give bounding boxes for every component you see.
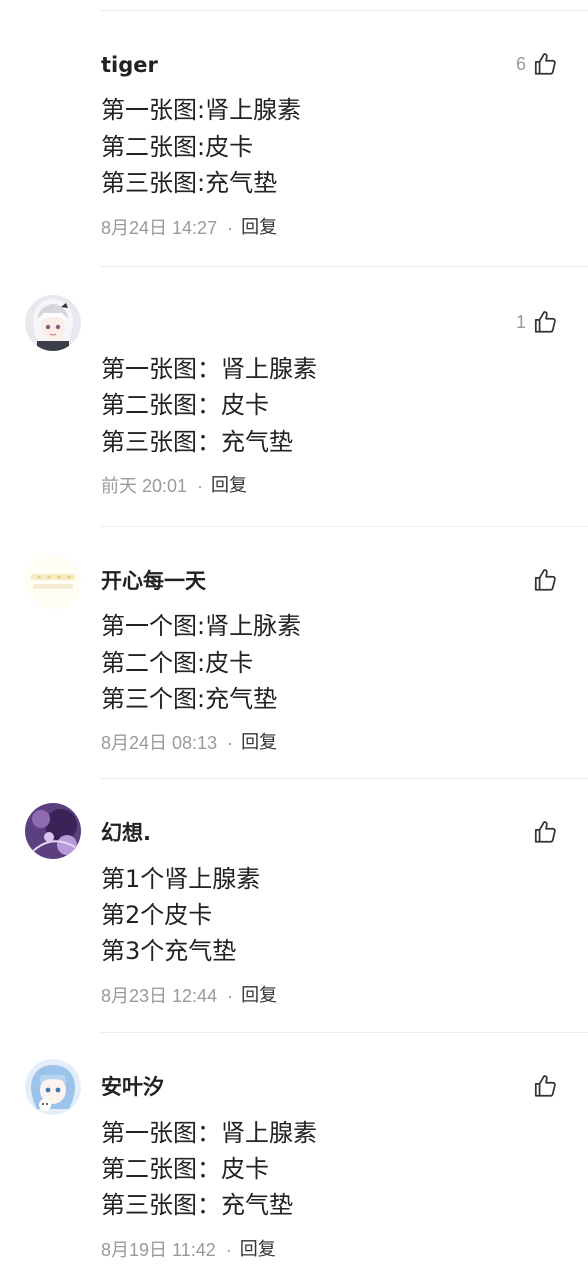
comment-text-line: 第一张图：肾上腺素 — [101, 355, 317, 383]
avatar[interactable] — [25, 803, 81, 859]
comment-text-line: 第三张图：充气垫 — [101, 1191, 293, 1219]
like-button[interactable] — [526, 566, 558, 594]
comment-timestamp: 8月24日 14:27 — [101, 218, 218, 238]
like-button[interactable]: 6 — [516, 50, 558, 78]
comment-text-line: 第1个肾上腺素 — [101, 865, 261, 893]
comment-text-line: 第三张图：充气垫 — [101, 428, 293, 456]
comment-text-line: 第三张图:充气垫 — [101, 169, 278, 197]
comment-text-line: 第二张图：皮卡 — [101, 1155, 269, 1183]
avatar[interactable] — [25, 554, 81, 610]
comment-meta: 8月24日 08:13 · 回复 — [101, 731, 277, 755]
separator-dot: · — [227, 218, 234, 238]
reply-button[interactable]: 回复 — [240, 1238, 276, 1262]
comment-text-line: 第二张图:皮卡 — [101, 133, 254, 161]
comment-text-line: 第一个图:肾上脉素 — [101, 612, 302, 640]
divider — [100, 778, 588, 779]
reply-button[interactable]: 回复 — [211, 474, 247, 498]
comment-username[interactable]: tiger — [101, 52, 158, 78]
comment-meta: 前天 20:01 · 回复 — [101, 474, 247, 498]
divider — [100, 10, 588, 11]
separator-dot: · — [227, 986, 234, 1006]
comment-username[interactable]: 幻想. — [101, 820, 151, 846]
like-button[interactable]: 1 — [516, 308, 558, 336]
avatar[interactable] — [25, 295, 81, 351]
comment-meta: 8月24日 14:27 · 回复 — [101, 216, 277, 240]
separator-dot: · — [197, 476, 204, 496]
comment-text-line: 第三个图:充气垫 — [101, 685, 278, 713]
comment-text-line: 第一张图：肾上腺素 — [101, 1119, 317, 1147]
divider — [100, 266, 588, 267]
divider — [100, 526, 588, 527]
comment-text-line: 第一张图:肾上腺素 — [101, 96, 302, 124]
thumbs-up-icon — [532, 51, 558, 77]
comment-text-line: 第3个充气垫 — [101, 937, 237, 965]
thumbs-up-icon — [532, 567, 558, 593]
thumbs-up-icon — [532, 819, 558, 845]
comment-username[interactable]: 安叶汐 — [101, 1074, 164, 1100]
reply-button[interactable]: 回复 — [241, 216, 277, 240]
like-count: 6 — [515, 53, 526, 74]
thumbs-up-icon — [532, 1073, 558, 1099]
like-count: 1 — [515, 311, 526, 332]
comment-timestamp: 8月24日 08:13 — [101, 733, 218, 753]
comment-timestamp: 8月19日 11:42 — [101, 1240, 216, 1260]
separator-dot: · — [227, 733, 234, 753]
thumbs-up-icon — [532, 309, 558, 335]
comment-meta: 8月19日 11:42 · 回复 — [101, 1238, 276, 1262]
separator-dot: · — [225, 1240, 232, 1260]
divider — [100, 1032, 588, 1033]
comment-timestamp: 前天 20:01 — [101, 476, 188, 496]
reply-button[interactable]: 回复 — [241, 984, 277, 1008]
comment-timestamp: 8月23日 12:44 — [101, 986, 218, 1006]
like-button[interactable] — [526, 1072, 558, 1100]
reply-button[interactable]: 回复 — [241, 731, 277, 755]
like-button[interactable] — [526, 818, 558, 846]
comment-text-line: 第二张图：皮卡 — [101, 391, 269, 419]
comment-text-line: 第二个图:皮卡 — [101, 649, 254, 677]
comment-text-line: 第2个皮卡 — [101, 901, 213, 929]
comment-meta: 8月23日 12:44 · 回复 — [101, 984, 277, 1008]
avatar[interactable] — [25, 1059, 81, 1115]
comment-username[interactable]: 开心每一天 — [101, 568, 206, 594]
